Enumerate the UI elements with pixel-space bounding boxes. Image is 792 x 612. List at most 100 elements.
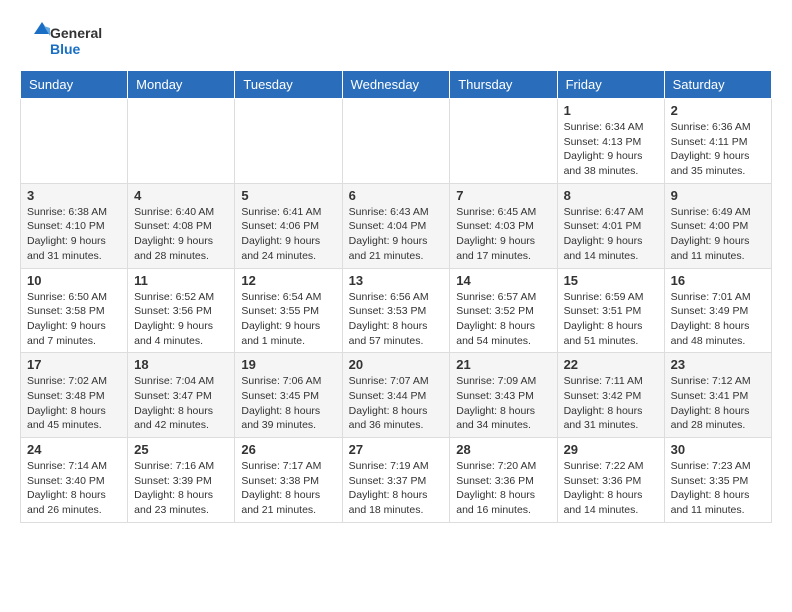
day-number: 19 [241, 357, 335, 372]
calendar-cell: 2 Sunrise: 6:36 AM Sunset: 4:11 PM Daylig… [664, 99, 771, 184]
day-number: 5 [241, 188, 335, 203]
day-number: 1 [564, 103, 658, 118]
header-day: Monday [128, 71, 235, 99]
day-number: 9 [671, 188, 765, 203]
logo-svg: General Blue [20, 20, 110, 60]
day-number: 25 [134, 442, 228, 457]
calendar-cell: 1 Sunrise: 6:34 AM Sunset: 4:13 PM Daylig… [557, 99, 664, 184]
calendar-cell: 9Sunrise: 6:49 AM Sunset: 4:00 PM Daylig… [664, 183, 771, 268]
day-info: Sunrise: 6:54 AM Sunset: 3:55 PM Dayligh… [241, 290, 335, 349]
day-number: 24 [27, 442, 121, 457]
day-info: Sunrise: 6:59 AM Sunset: 3:51 PM Dayligh… [564, 290, 658, 349]
day-number: 28 [456, 442, 550, 457]
day-number: 18 [134, 357, 228, 372]
day-number: 7 [456, 188, 550, 203]
day-info: Sunrise: 7:20 AM Sunset: 3:36 PM Dayligh… [456, 459, 550, 518]
day-number: 11 [134, 273, 228, 288]
day-number: 17 [27, 357, 121, 372]
day-info: Sunrise: 6:36 AM Sunset: 4:11 PM Dayligh… [671, 120, 765, 179]
calendar-cell: 12 Sunrise: 6:54 AM Sunset: 3:55 PM Dayli… [235, 268, 342, 353]
calendar-cell: 30 Sunrise: 7:23 AM Sunset: 3:35 PM Dayli… [664, 438, 771, 523]
calendar-week: 24 Sunrise: 7:14 AM Sunset: 3:40 PM Dayli… [21, 438, 772, 523]
calendar-cell: 16 Sunrise: 7:01 AM Sunset: 3:49 PM Dayli… [664, 268, 771, 353]
day-info: Sunrise: 6:50 AM Sunset: 3:58 PM Dayligh… [27, 290, 121, 349]
day-info: Sunrise: 7:04 AM Sunset: 3:47 PM Dayligh… [134, 374, 228, 433]
day-info: Sunrise: 6:34 AM Sunset: 4:13 PM Dayligh… [564, 120, 658, 179]
day-info: Sunrise: 7:11 AM Sunset: 3:42 PM Dayligh… [564, 374, 658, 433]
calendar-cell: 23 Sunrise: 7:12 AM Sunset: 3:41 PM Dayli… [664, 353, 771, 438]
calendar-cell [235, 99, 342, 184]
day-number: 2 [671, 103, 765, 118]
calendar-cell: 29 Sunrise: 7:22 AM Sunset: 3:36 PM Dayli… [557, 438, 664, 523]
day-info: Sunrise: 7:12 AM Sunset: 3:41 PM Dayligh… [671, 374, 765, 433]
day-number: 13 [349, 273, 444, 288]
day-number: 23 [671, 357, 765, 372]
day-info: Sunrise: 6:40 AM Sunset: 4:08 PM Dayligh… [134, 205, 228, 264]
calendar-cell: 3 Sunrise: 6:38 AM Sunset: 4:10 PM Daylig… [21, 183, 128, 268]
calendar-cell: 8Sunrise: 6:47 AM Sunset: 4:01 PM Daylig… [557, 183, 664, 268]
day-number: 4 [134, 188, 228, 203]
header: General Blue [20, 20, 772, 60]
calendar-week: 1 Sunrise: 6:34 AM Sunset: 4:13 PM Daylig… [21, 99, 772, 184]
calendar-cell: 15Sunrise: 6:59 AM Sunset: 3:51 PM Dayli… [557, 268, 664, 353]
day-number: 20 [349, 357, 444, 372]
day-info: Sunrise: 7:19 AM Sunset: 3:37 PM Dayligh… [349, 459, 444, 518]
calendar-body: 1 Sunrise: 6:34 AM Sunset: 4:13 PM Daylig… [21, 99, 772, 523]
day-info: Sunrise: 7:23 AM Sunset: 3:35 PM Dayligh… [671, 459, 765, 518]
calendar-week: 17 Sunrise: 7:02 AM Sunset: 3:48 PM Dayli… [21, 353, 772, 438]
header-day: Sunday [21, 71, 128, 99]
day-number: 3 [27, 188, 121, 203]
day-info: Sunrise: 6:52 AM Sunset: 3:56 PM Dayligh… [134, 290, 228, 349]
day-number: 16 [671, 273, 765, 288]
day-info: Sunrise: 6:47 AM Sunset: 4:01 PM Dayligh… [564, 205, 658, 264]
calendar-cell: 4 Sunrise: 6:40 AM Sunset: 4:08 PM Daylig… [128, 183, 235, 268]
day-info: Sunrise: 7:07 AM Sunset: 3:44 PM Dayligh… [349, 374, 444, 433]
calendar-cell [450, 99, 557, 184]
header-day: Friday [557, 71, 664, 99]
calendar-cell: 11 Sunrise: 6:52 AM Sunset: 3:56 PM Dayli… [128, 268, 235, 353]
calendar-cell: 21Sunrise: 7:09 AM Sunset: 3:43 PM Dayli… [450, 353, 557, 438]
day-number: 29 [564, 442, 658, 457]
day-number: 27 [349, 442, 444, 457]
calendar: SundayMondayTuesdayWednesdayThursdayFrid… [20, 70, 772, 523]
calendar-cell: 19 Sunrise: 7:06 AM Sunset: 3:45 PM Dayli… [235, 353, 342, 438]
day-info: Sunrise: 6:41 AM Sunset: 4:06 PM Dayligh… [241, 205, 335, 264]
day-info: Sunrise: 7:14 AM Sunset: 3:40 PM Dayligh… [27, 459, 121, 518]
header-day: Tuesday [235, 71, 342, 99]
day-info: Sunrise: 7:02 AM Sunset: 3:48 PM Dayligh… [27, 374, 121, 433]
day-info: Sunrise: 6:45 AM Sunset: 4:03 PM Dayligh… [456, 205, 550, 264]
calendar-cell: 6Sunrise: 6:43 AM Sunset: 4:04 PM Daylig… [342, 183, 450, 268]
day-info: Sunrise: 7:17 AM Sunset: 3:38 PM Dayligh… [241, 459, 335, 518]
day-number: 6 [349, 188, 444, 203]
calendar-week: 3 Sunrise: 6:38 AM Sunset: 4:10 PM Daylig… [21, 183, 772, 268]
day-info: Sunrise: 6:38 AM Sunset: 4:10 PM Dayligh… [27, 205, 121, 264]
day-info: Sunrise: 7:22 AM Sunset: 3:36 PM Dayligh… [564, 459, 658, 518]
calendar-cell: 17 Sunrise: 7:02 AM Sunset: 3:48 PM Dayli… [21, 353, 128, 438]
day-info: Sunrise: 7:06 AM Sunset: 3:45 PM Dayligh… [241, 374, 335, 433]
calendar-week: 10 Sunrise: 6:50 AM Sunset: 3:58 PM Dayli… [21, 268, 772, 353]
calendar-cell: 24 Sunrise: 7:14 AM Sunset: 3:40 PM Dayli… [21, 438, 128, 523]
header-day: Thursday [450, 71, 557, 99]
calendar-cell: 27 Sunrise: 7:19 AM Sunset: 3:37 PM Dayli… [342, 438, 450, 523]
calendar-cell: 14 Sunrise: 6:57 AM Sunset: 3:52 PM Dayli… [450, 268, 557, 353]
calendar-cell [342, 99, 450, 184]
day-info: Sunrise: 7:01 AM Sunset: 3:49 PM Dayligh… [671, 290, 765, 349]
day-number: 10 [27, 273, 121, 288]
header-day: Wednesday [342, 71, 450, 99]
svg-text:Blue: Blue [50, 41, 81, 57]
day-number: 12 [241, 273, 335, 288]
calendar-cell: 18 Sunrise: 7:04 AM Sunset: 3:47 PM Dayli… [128, 353, 235, 438]
day-info: Sunrise: 7:16 AM Sunset: 3:39 PM Dayligh… [134, 459, 228, 518]
calendar-cell: 25 Sunrise: 7:16 AM Sunset: 3:39 PM Dayli… [128, 438, 235, 523]
day-number: 14 [456, 273, 550, 288]
calendar-cell: 26Sunrise: 7:17 AM Sunset: 3:38 PM Dayli… [235, 438, 342, 523]
svg-text:General: General [50, 25, 102, 41]
calendar-cell: 5 Sunrise: 6:41 AM Sunset: 4:06 PM Daylig… [235, 183, 342, 268]
calendar-cell: 13 Sunrise: 6:56 AM Sunset: 3:53 PM Dayli… [342, 268, 450, 353]
day-info: Sunrise: 6:57 AM Sunset: 3:52 PM Dayligh… [456, 290, 550, 349]
day-number: 30 [671, 442, 765, 457]
calendar-cell: 28 Sunrise: 7:20 AM Sunset: 3:36 PM Dayli… [450, 438, 557, 523]
calendar-cell: 22Sunrise: 7:11 AM Sunset: 3:42 PM Dayli… [557, 353, 664, 438]
calendar-cell [21, 99, 128, 184]
day-info: Sunrise: 6:56 AM Sunset: 3:53 PM Dayligh… [349, 290, 444, 349]
